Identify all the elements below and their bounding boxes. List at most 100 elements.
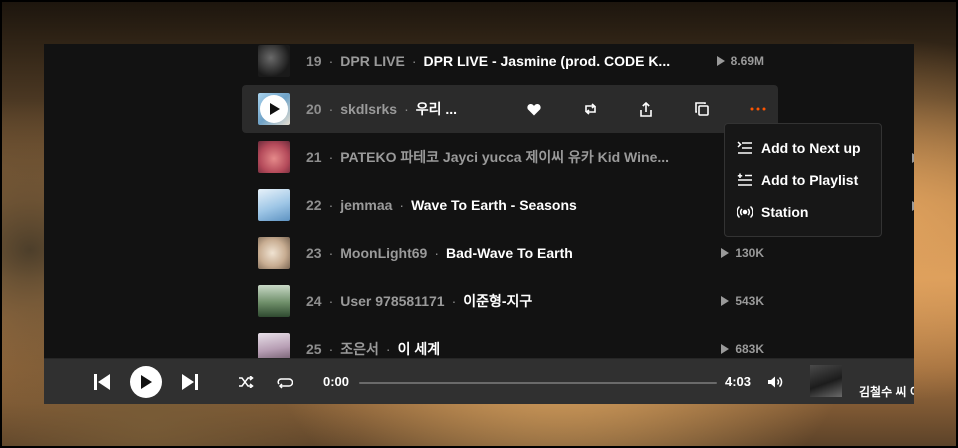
track-artist[interactable]: jemmaa bbox=[340, 197, 392, 213]
track-info: 22 · jemmaa · Wave To Earth - Seasons bbox=[306, 197, 778, 213]
heart-icon bbox=[527, 103, 541, 115]
current-time: 0:00 bbox=[323, 374, 350, 389]
play-count-value: 683K bbox=[735, 342, 764, 356]
track-artist[interactable]: skdlsrks bbox=[340, 101, 397, 117]
track-title[interactable]: 우리 ... bbox=[416, 99, 457, 119]
separator: · bbox=[328, 101, 334, 117]
track-artist[interactable]: DPR LIVE bbox=[340, 53, 405, 69]
repost-icon bbox=[584, 103, 596, 115]
track-artwork[interactable] bbox=[258, 45, 290, 77]
volume-button[interactable] bbox=[766, 373, 784, 391]
skip-previous-icon bbox=[94, 374, 110, 390]
volume-icon bbox=[768, 376, 783, 388]
menu-item-label: Add to Next up bbox=[761, 140, 861, 156]
track-index: 19 bbox=[306, 53, 322, 69]
separator: · bbox=[399, 197, 405, 213]
next-up-icon bbox=[737, 141, 752, 154]
separator: · bbox=[411, 53, 417, 69]
track-row-21[interactable]: 21 · PATEKO 파테코 Jayci yucca 제이씨 유카 Kid W… bbox=[242, 133, 778, 181]
play-count-icon bbox=[912, 153, 914, 163]
share-icon bbox=[640, 101, 652, 117]
play-icon bbox=[269, 103, 280, 115]
track-info: 25 · 조은서 · 이 세계 bbox=[306, 339, 778, 359]
track-title[interactable]: 이 세계 bbox=[398, 339, 441, 359]
progress-bar[interactable] bbox=[359, 382, 717, 384]
play-count: 8.69M bbox=[716, 54, 764, 68]
add-to-next-up-item[interactable]: Add to Next up bbox=[725, 132, 881, 164]
track-artist[interactable]: PATEKO 파테코 Jayci yucca 제이씨 유카 Kid Wine..… bbox=[340, 147, 669, 167]
soundcloud-window: 19 · DPR LIVE · DPR LIVE - Jasmine (prod… bbox=[44, 44, 914, 404]
separator: · bbox=[328, 341, 334, 357]
play-icon bbox=[141, 375, 152, 389]
separator: · bbox=[328, 149, 334, 165]
skip-next-icon bbox=[182, 374, 198, 390]
track-artist[interactable]: User 978581171 bbox=[340, 293, 444, 309]
station-item[interactable]: Station bbox=[725, 196, 881, 228]
now-playing-artwork[interactable] bbox=[810, 365, 842, 397]
repeat-button[interactable] bbox=[276, 374, 294, 390]
previous-button[interactable] bbox=[92, 372, 112, 392]
track-index: 24 bbox=[306, 293, 322, 309]
track-index: 23 bbox=[306, 245, 322, 261]
repost-button[interactable] bbox=[562, 85, 618, 133]
play-count: 543K bbox=[721, 294, 764, 308]
track-row-22[interactable]: 22 · jemmaa · Wave To Earth - Seasons bbox=[242, 181, 778, 229]
more-icon bbox=[750, 107, 766, 111]
shuffle-button[interactable] bbox=[237, 374, 255, 390]
menu-item-label: Add to Playlist bbox=[761, 172, 859, 188]
share-button[interactable] bbox=[618, 85, 674, 133]
copy-link-icon bbox=[695, 102, 709, 116]
track-artwork[interactable] bbox=[258, 93, 290, 125]
add-to-playlist-item[interactable]: Add to Playlist bbox=[725, 164, 881, 196]
repeat-icon bbox=[277, 378, 293, 389]
play-count-icon bbox=[721, 296, 730, 306]
separator: · bbox=[385, 341, 391, 357]
track-title[interactable]: DPR LIVE - Jasmine (prod. CODE K... bbox=[424, 53, 671, 69]
duration: 4:03 bbox=[725, 374, 752, 389]
track-index: 25 bbox=[306, 341, 322, 357]
play-count-icon bbox=[912, 201, 914, 211]
add-playlist-icon bbox=[737, 173, 752, 186]
copy-link-button[interactable] bbox=[674, 85, 730, 133]
play-count-value: 8.69M bbox=[730, 54, 764, 68]
track-row-19[interactable]: 19 · DPR LIVE · DPR LIVE - Jasmine (prod… bbox=[242, 44, 778, 85]
play-pause-button[interactable] bbox=[130, 366, 162, 398]
play-count-value: 543K bbox=[735, 294, 764, 308]
track-index: 20 bbox=[306, 101, 322, 117]
track-artwork[interactable] bbox=[258, 141, 290, 173]
separator: · bbox=[328, 293, 334, 309]
track-info: 24 · User 978581171 · 이준형-지구 bbox=[306, 291, 778, 311]
track-title[interactable]: 이준형-지구 bbox=[463, 291, 532, 311]
play-button[interactable] bbox=[260, 95, 288, 123]
play-count-icon bbox=[721, 248, 730, 258]
track-row-24[interactable]: 24 · User 978581171 · 이준형-지구 543K bbox=[242, 277, 778, 325]
shuffle-icon bbox=[239, 376, 254, 388]
now-playing-title[interactable]: 김철수 씨 이 bbox=[859, 383, 914, 400]
play-count: 130K bbox=[721, 246, 764, 260]
next-button[interactable] bbox=[180, 372, 200, 392]
track-artwork[interactable] bbox=[258, 285, 290, 317]
track-artwork[interactable] bbox=[258, 189, 290, 221]
track-row-20[interactable]: 20 · skdlsrks · 우리 ... bbox=[242, 85, 778, 133]
separator: · bbox=[328, 197, 334, 213]
separator: · bbox=[328, 245, 334, 261]
track-info: 21 · PATEKO 파테코 Jayci yucca 제이씨 유카 Kid W… bbox=[306, 147, 778, 167]
track-title[interactable]: Wave To Earth - Seasons bbox=[411, 197, 577, 213]
track-info: 19 · DPR LIVE · DPR LIVE - Jasmine (prod… bbox=[306, 53, 778, 69]
separator: · bbox=[404, 101, 409, 117]
track-artwork[interactable] bbox=[258, 237, 290, 269]
menu-item-label: Station bbox=[761, 204, 809, 220]
separator: · bbox=[451, 293, 457, 309]
play-count-icon bbox=[716, 56, 725, 66]
separator: · bbox=[328, 53, 334, 69]
track-artist[interactable]: MoonLight69 bbox=[340, 245, 427, 261]
like-button[interactable] bbox=[506, 85, 562, 133]
track-row-23[interactable]: 23 · MoonLight69 · Bad-Wave To Earth 130… bbox=[242, 229, 778, 277]
play-count: 683K bbox=[721, 342, 764, 356]
separator: · bbox=[434, 245, 440, 261]
track-title[interactable]: Bad-Wave To Earth bbox=[446, 245, 573, 261]
track-info: 20 · skdlsrks · 우리 ... bbox=[306, 99, 506, 119]
more-actions-menu: Add to Next up Add to Playlist Station bbox=[724, 123, 882, 237]
track-artist[interactable]: 조은서 bbox=[340, 339, 379, 359]
track-info: 23 · MoonLight69 · Bad-Wave To Earth bbox=[306, 245, 778, 261]
